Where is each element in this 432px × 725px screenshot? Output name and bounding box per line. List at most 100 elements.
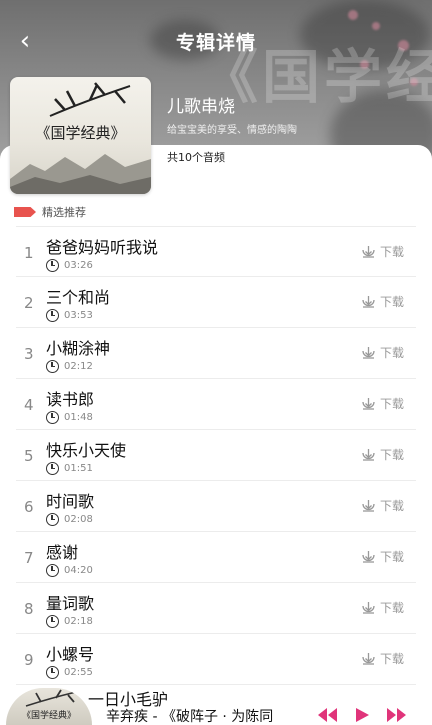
track-duration-text: 04:20 [64, 564, 93, 576]
track-title: 爸爸妈妈听我说 [46, 238, 159, 257]
track-row[interactable]: 5 快乐小天使 01:51 下载 [16, 430, 416, 481]
track-title: 读书郎 [46, 390, 95, 409]
clock-icon [46, 665, 59, 679]
download-label: 下载 [379, 601, 404, 615]
mini-player[interactable]: 《国学经典》 一日小毛驴 辛弃疾 - 《破阵子 · 为陈同 [0, 688, 432, 725]
play-icon[interactable] [353, 707, 371, 723]
download-label: 下载 [379, 499, 404, 513]
track-title: 感谢 [46, 543, 79, 562]
download-button[interactable]: 下载 [360, 344, 404, 361]
track-duration-text: 02:55 [64, 666, 93, 678]
download-icon [362, 347, 375, 359]
track-duration: 02:55 [46, 665, 93, 679]
clock-icon [46, 563, 59, 577]
track-duration: 02:08 [46, 512, 93, 526]
download-button[interactable]: 下载 [360, 650, 404, 667]
track-duration-text: 01:51 [64, 462, 93, 474]
track-row[interactable]: 1 爸爸妈妈听我说 03:26 下载 [16, 226, 416, 277]
player-album-cover[interactable]: 《国学经典》 [6, 688, 92, 725]
track-row[interactable]: 7 感谢 04:20 下载 [16, 532, 416, 583]
player-cover-title: 《国学经典》 [21, 711, 76, 721]
track-number: 6 [24, 498, 34, 516]
track-duration-text: 02:12 [64, 360, 93, 372]
download-button[interactable]: 下载 [360, 446, 404, 463]
track-row[interactable]: 4 读书郎 01:48 下载 [16, 379, 416, 430]
track-number: 4 [24, 396, 34, 414]
download-label: 下载 [379, 397, 404, 411]
track-duration: 01:48 [46, 410, 93, 424]
track-duration-text: 02:18 [64, 615, 93, 627]
track-duration-text: 03:53 [64, 309, 93, 321]
track-duration: 01:51 [46, 461, 93, 475]
blossom-decoration [348, 10, 358, 20]
clock-icon [46, 614, 59, 628]
download-label: 下载 [379, 245, 404, 259]
track-duration: 02:18 [46, 614, 93, 628]
track-title: 快乐小天使 [46, 441, 127, 460]
track-duration: 04:20 [46, 563, 93, 577]
track-number: 1 [24, 244, 34, 262]
download-icon [362, 246, 375, 258]
download-label: 下载 [379, 550, 404, 564]
track-number: 7 [24, 549, 34, 567]
download-icon [362, 296, 375, 308]
download-icon [362, 449, 375, 461]
download-icon [362, 398, 375, 410]
flag-icon [14, 207, 36, 217]
page-title: 专辑详情 [175, 32, 256, 54]
partial-track-name: 一日小毛驴 [88, 690, 169, 709]
track-list: 1 爸爸妈妈听我说 03:26 下载 2 三个和尚 03:53 下载 3 小糊涂神 02:12 下载 4… [16, 226, 416, 685]
track-title: 时间歌 [46, 492, 95, 511]
track-row[interactable]: 6 时间歌 02:08 下载 [16, 481, 416, 532]
download-icon [362, 602, 375, 614]
download-label: 下载 [379, 652, 404, 666]
track-title: 小糊涂神 [46, 339, 111, 358]
previous-track-icon[interactable] [316, 707, 338, 723]
download-button[interactable]: 下载 [360, 395, 404, 412]
track-number: 2 [24, 294, 34, 312]
clock-icon [46, 512, 59, 526]
download-icon [362, 551, 375, 563]
clock-icon [46, 258, 59, 272]
next-track-icon[interactable] [386, 707, 408, 723]
download-button[interactable]: 下载 [360, 497, 404, 514]
track-duration: 03:26 [46, 258, 93, 272]
download-icon [362, 653, 375, 665]
top-bar: ‹ 专辑详情 [0, 22, 432, 62]
track-title: 小螺号 [46, 645, 95, 664]
mountain-landscape-icon [10, 154, 151, 194]
track-duration-text: 01:48 [64, 411, 93, 423]
download-button[interactable]: 下载 [360, 599, 404, 616]
track-number: 9 [24, 651, 34, 669]
download-label: 下载 [379, 346, 404, 360]
bamboo-branch-icon [49, 82, 131, 117]
track-number: 5 [24, 447, 34, 465]
section-header: 精选推荐 [14, 204, 86, 220]
clock-icon [46, 410, 59, 424]
track-duration-text: 02:08 [64, 513, 93, 525]
section-label: 精选推荐 [42, 206, 86, 219]
track-title: 量词歌 [46, 594, 95, 613]
track-duration: 02:12 [46, 359, 93, 373]
download-button[interactable]: 下载 [360, 243, 404, 260]
track-number: 3 [24, 345, 34, 363]
track-duration-text: 03:26 [64, 259, 93, 271]
download-icon [362, 500, 375, 512]
track-row[interactable]: 3 小糊涂神 02:12 下载 [16, 328, 416, 379]
track-duration: 03:53 [46, 308, 93, 322]
clock-icon [46, 461, 59, 475]
download-label: 下载 [379, 295, 404, 309]
download-label: 下载 [379, 448, 404, 462]
download-button[interactable]: 下载 [360, 548, 404, 565]
track-row[interactable]: 8 量词歌 02:18 下载 [16, 583, 416, 634]
download-button[interactable]: 下载 [360, 293, 404, 310]
clock-icon [46, 308, 59, 322]
album-description: 给宝宝美的享受、情感的陶陶 [167, 125, 297, 136]
clock-icon [46, 359, 59, 373]
album-cover[interactable]: 《国学经典》 [10, 77, 151, 194]
track-row[interactable]: 9 小螺号 02:55 下载 [16, 634, 416, 685]
track-number: 8 [24, 600, 34, 618]
track-title: 三个和尚 [46, 288, 111, 307]
track-count: 共10个音频 [167, 151, 225, 164]
track-row[interactable]: 2 三个和尚 03:53 下载 [16, 277, 416, 328]
